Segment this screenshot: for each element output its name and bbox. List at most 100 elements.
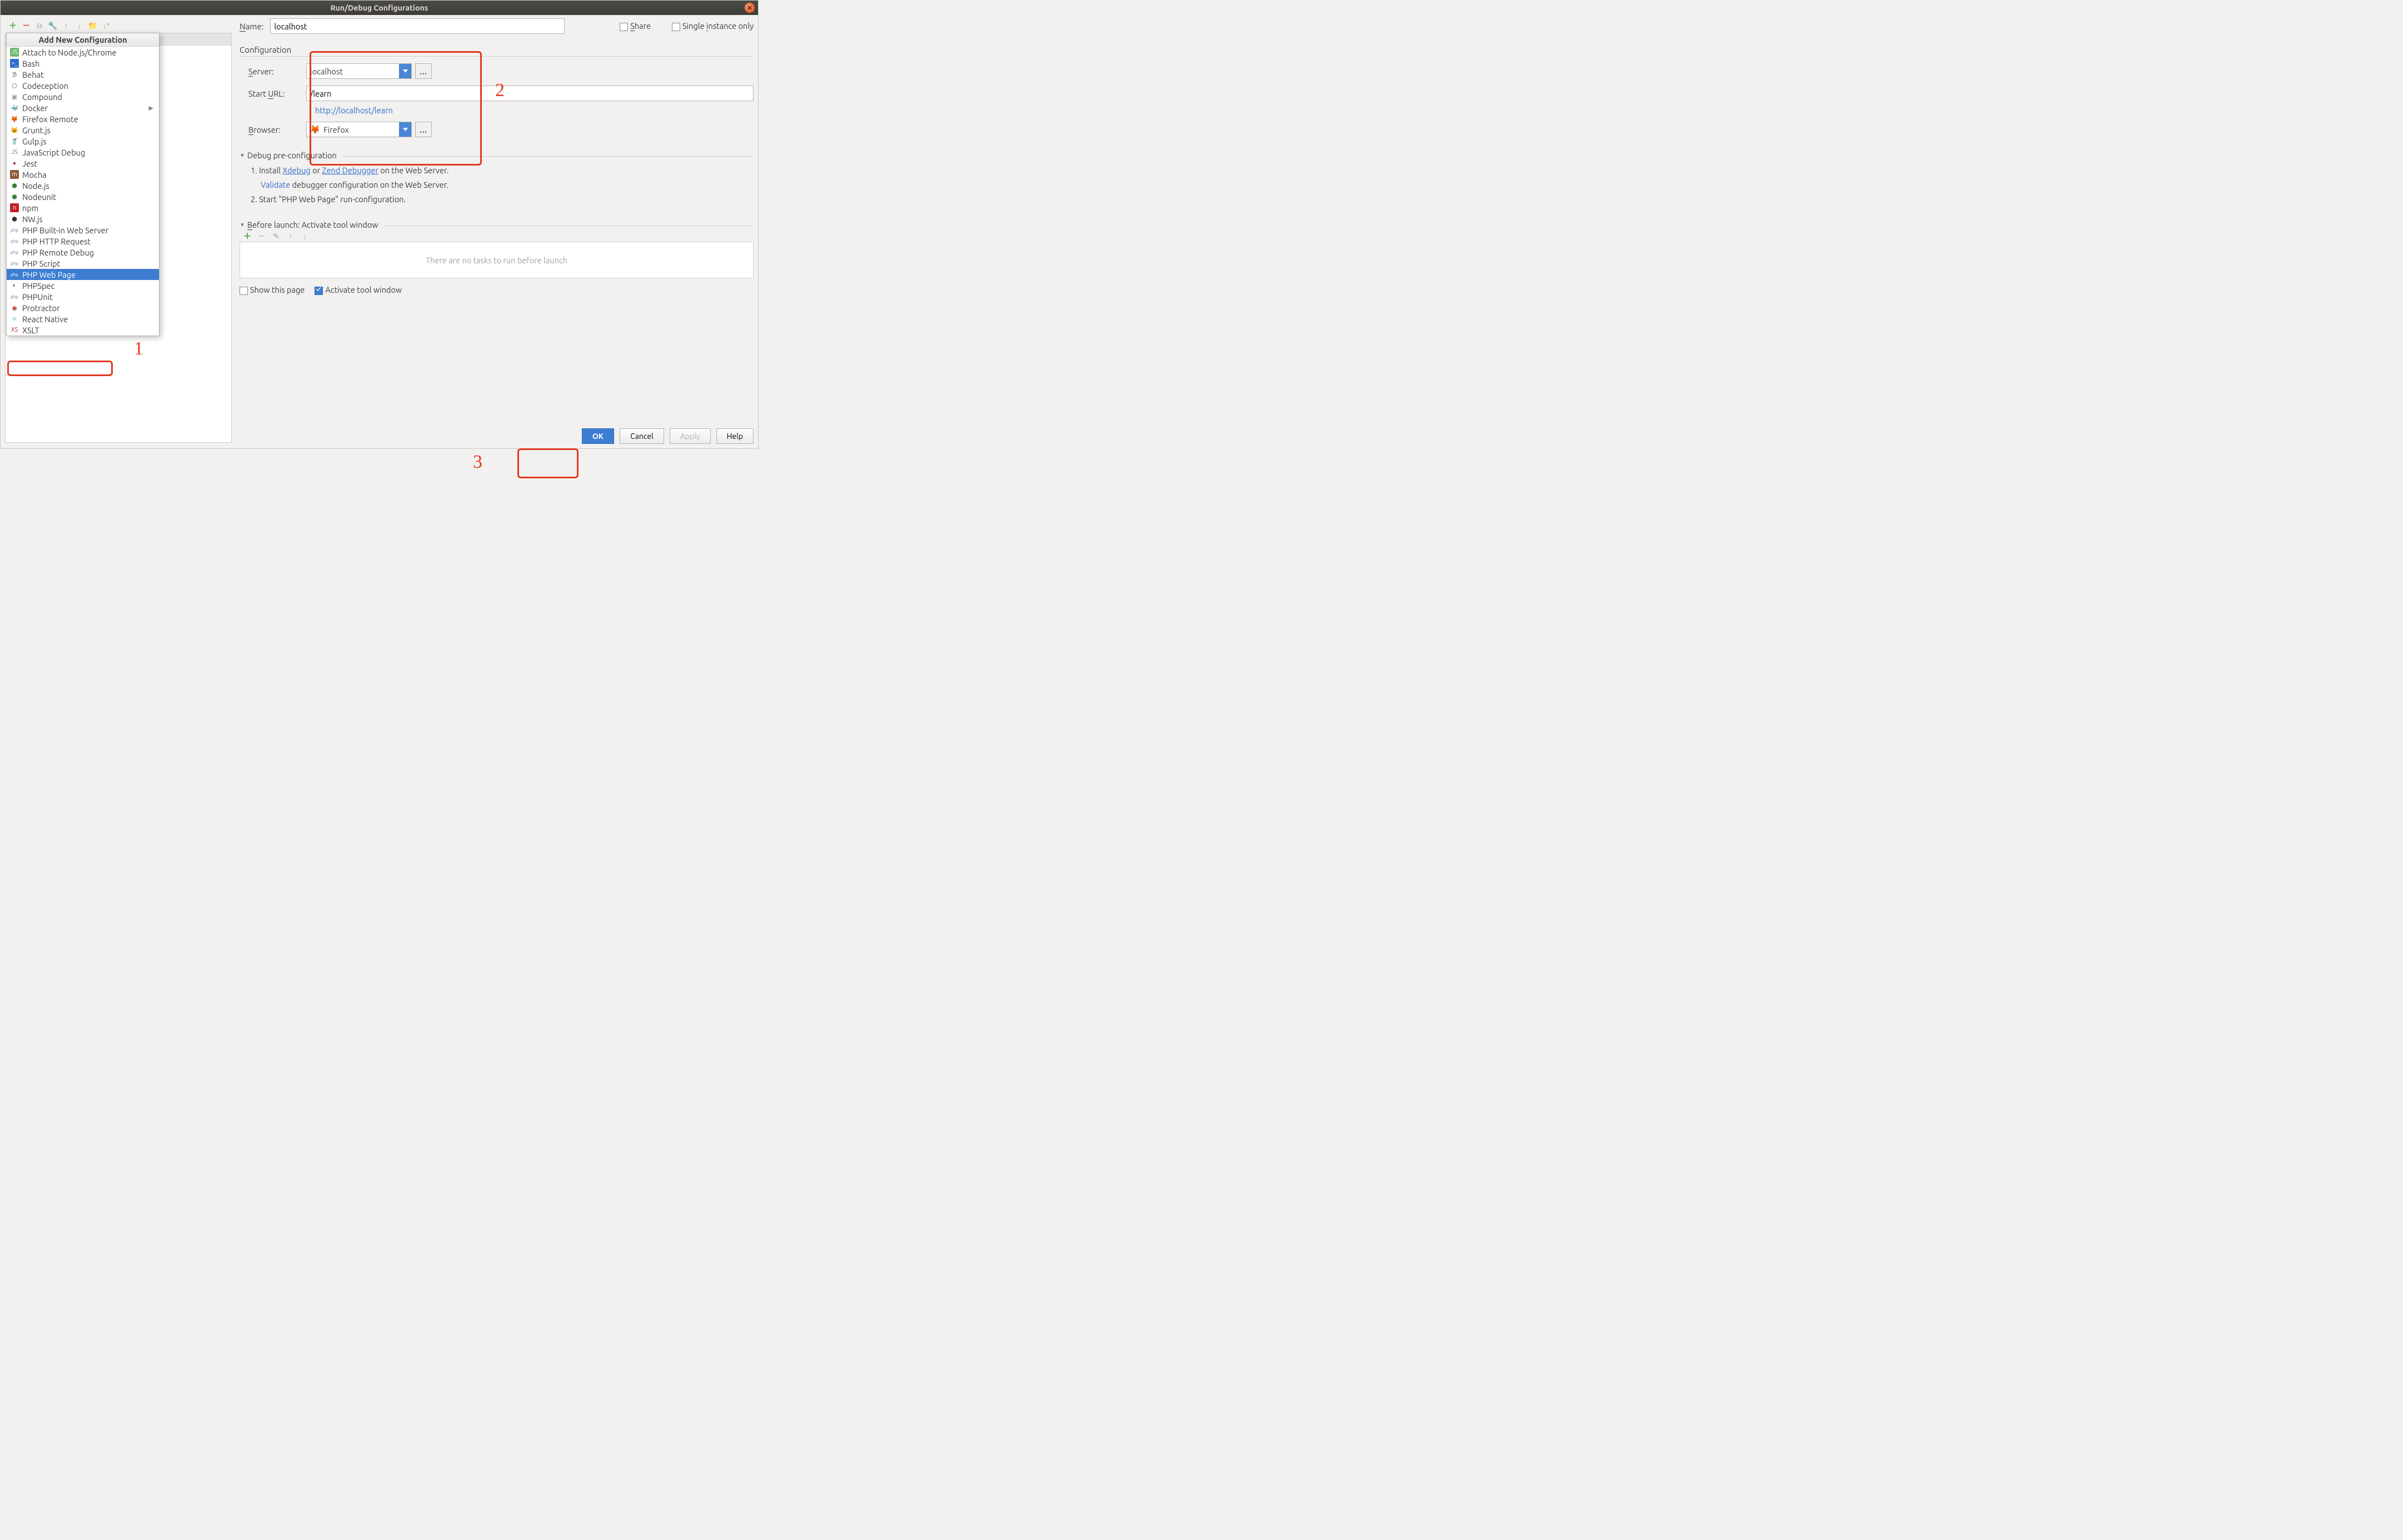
config-type-label: Nodeunit xyxy=(22,192,56,202)
config-type-item[interactable]: nnpm xyxy=(7,202,159,213)
annotation-1: 1 xyxy=(134,338,143,359)
config-type-item[interactable]: 🦊Firefox Remote xyxy=(7,113,159,124)
config-type-item[interactable]: phpPHP Script xyxy=(7,258,159,269)
task-up-icon[interactable]: ↑ xyxy=(286,232,295,241)
window-title: Run/Debug Configurations xyxy=(331,3,428,12)
config-type-icon: php xyxy=(10,259,19,268)
remove-icon[interactable]: － xyxy=(22,21,31,30)
xdebug-link[interactable]: Xdebug xyxy=(282,166,310,175)
config-type-icon: ℬ xyxy=(10,70,19,79)
config-type-label: Gulp.js xyxy=(22,137,47,146)
down-icon[interactable]: ↓ xyxy=(75,21,84,30)
config-type-item[interactable]: ◐PHPSpec xyxy=(7,280,159,291)
config-type-item[interactable]: ◉Protractor xyxy=(7,302,159,313)
settings-icon[interactable]: 🔧 xyxy=(48,21,57,30)
config-type-item[interactable]: phpPHP Built-in Web Server xyxy=(7,224,159,236)
annotation-3: 3 xyxy=(473,452,482,473)
add-icon[interactable]: ＋ xyxy=(8,21,17,30)
config-type-icon: ⬡ xyxy=(10,81,19,90)
config-type-label: XSLT xyxy=(22,326,39,335)
config-type-item[interactable]: phpPHP Remote Debug xyxy=(7,247,159,258)
annotation-2: 2 xyxy=(495,80,505,101)
config-type-icon: php xyxy=(10,292,19,301)
config-type-label: npm xyxy=(22,203,38,213)
config-type-item[interactable]: ▣Compound xyxy=(7,91,159,102)
config-type-label: Node.js xyxy=(22,181,49,191)
zend-link[interactable]: Zend Debugger xyxy=(322,166,378,175)
cancel-button[interactable]: Cancel xyxy=(620,428,664,444)
name-input[interactable] xyxy=(270,18,565,34)
config-type-icon: ✦ xyxy=(10,159,19,168)
config-type-icon: php xyxy=(10,237,19,246)
config-type-item[interactable]: phpPHP Web Page xyxy=(7,269,159,280)
show-page-checkbox[interactable]: Show this page xyxy=(240,285,305,295)
help-button[interactable]: Help xyxy=(716,428,754,444)
config-type-icon: ⬢ xyxy=(10,192,19,201)
config-type-item[interactable]: ⚛React Native xyxy=(7,313,159,324)
config-type-label: PHP Web Page xyxy=(22,270,76,279)
up-icon[interactable]: ↑ xyxy=(62,21,71,30)
config-type-icon: ◉ xyxy=(10,303,19,312)
config-type-label: Mocha xyxy=(22,170,47,179)
config-type-label: PHPUnit xyxy=(22,292,53,302)
config-type-label: PHP HTTP Request xyxy=(22,237,91,246)
config-toolbar: ＋ － ⧉ 🔧 ↑ ↓ 📁 ↓ª xyxy=(5,18,232,33)
config-type-item[interactable]: ⬡Codeception xyxy=(7,80,159,91)
folder-icon[interactable]: 📁 xyxy=(88,21,97,30)
config-type-label: Bash xyxy=(22,59,39,68)
validate-link[interactable]: Validate xyxy=(261,180,290,189)
copy-icon[interactable]: ⧉ xyxy=(35,21,44,30)
config-type-item[interactable]: XSXSLT xyxy=(7,324,159,336)
task-remove-icon[interactable]: － xyxy=(257,232,266,241)
activate-tool-checkbox[interactable]: Activate tool window xyxy=(315,285,402,295)
collapse-icon: ▼ xyxy=(240,152,245,159)
config-type-item[interactable]: 🐳Docker▶ xyxy=(7,102,159,113)
config-type-icon: php xyxy=(10,270,19,279)
task-add-icon[interactable]: ＋ xyxy=(243,232,252,241)
config-type-label: Protractor xyxy=(22,303,60,313)
config-type-icon: 🐳 xyxy=(10,103,19,112)
popup-header: Add New Configuration xyxy=(7,33,159,47)
config-type-item[interactable]: 🥤Gulp.js xyxy=(7,136,159,147)
single-instance-checkbox[interactable]: Single instance only xyxy=(672,21,754,31)
config-type-icon: JS xyxy=(10,48,19,57)
before-launch-section[interactable]: ▼ Before launch: Activate tool window xyxy=(240,220,754,229)
sort-icon[interactable]: ↓ª xyxy=(102,21,111,30)
config-type-item[interactable]: >_Bash xyxy=(7,58,159,69)
preconfig-validate: Validate debugger configuration on the W… xyxy=(251,178,754,192)
config-type-item[interactable]: ⬢Nodeunit xyxy=(7,191,159,202)
config-type-item[interactable]: JSAttach to Node.js/Chrome xyxy=(7,47,159,58)
config-type-item[interactable]: phpPHP HTTP Request xyxy=(7,236,159,247)
config-type-label: JavaScript Debug xyxy=(22,148,85,157)
config-type-label: Compound xyxy=(22,92,62,102)
add-config-popup: Add New Configuration JSAttach to Node.j… xyxy=(6,33,159,336)
preconfig-step-2: 2. Start "PHP Web Page" run-configuratio… xyxy=(251,192,754,207)
config-type-item[interactable]: ✦Jest xyxy=(7,158,159,169)
config-type-item[interactable]: ⬢Node.js xyxy=(7,180,159,191)
config-type-label: Firefox Remote xyxy=(22,114,78,124)
config-type-label: React Native xyxy=(22,314,68,324)
browser-label: Browser: xyxy=(240,125,306,134)
config-type-label: PHP Script xyxy=(22,259,60,268)
config-type-item[interactable]: JSJavaScript Debug xyxy=(7,147,159,158)
ok-button[interactable]: OK xyxy=(582,428,614,444)
config-type-icon: m xyxy=(10,170,19,179)
config-type-icon: JS xyxy=(10,148,19,157)
close-icon[interactable]: ✕ xyxy=(745,3,755,13)
config-type-icon: ▣ xyxy=(10,92,19,101)
config-type-icon: 😺 xyxy=(10,126,19,134)
config-type-item[interactable]: 😺Grunt.js xyxy=(7,124,159,136)
share-checkbox[interactable]: Share xyxy=(620,21,651,31)
apply-button[interactable]: Apply xyxy=(670,428,711,444)
server-label: Server: xyxy=(240,67,306,76)
config-type-label: Attach to Node.js/Chrome xyxy=(22,48,117,57)
task-down-icon[interactable]: ↓ xyxy=(301,232,310,241)
config-type-label: PHP Built-in Web Server xyxy=(22,226,108,235)
task-edit-icon[interactable]: ✎ xyxy=(272,232,281,241)
config-type-item[interactable]: ⬢NW.js xyxy=(7,213,159,224)
config-type-item[interactable]: phpPHPUnit xyxy=(7,291,159,302)
tasks-empty: There are no tasks to run before launch xyxy=(240,242,754,278)
config-type-item[interactable]: ℬBehat xyxy=(7,69,159,80)
config-type-label: Behat xyxy=(22,70,44,79)
config-type-item[interactable]: mMocha xyxy=(7,169,159,180)
